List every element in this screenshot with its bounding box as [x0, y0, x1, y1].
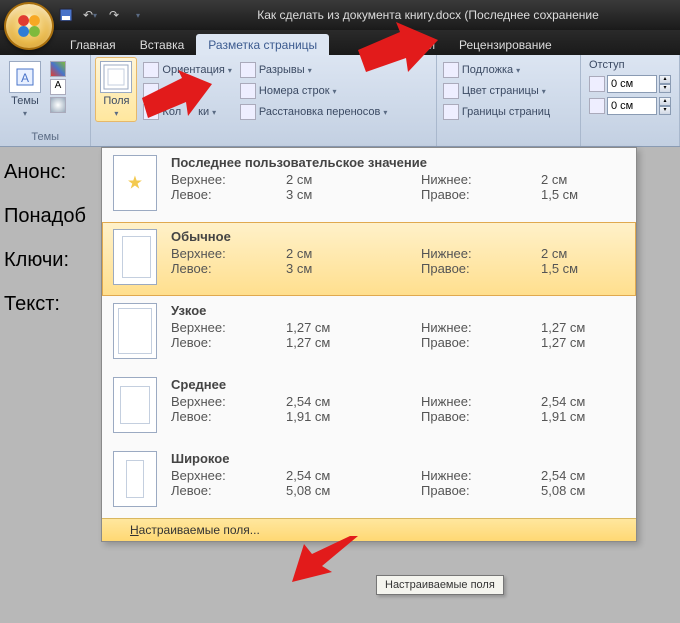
preset-title: Среднее — [171, 377, 625, 392]
watermark-button[interactable]: Подложка▾ — [441, 61, 552, 79]
theme-colors-icon[interactable] — [50, 61, 66, 77]
save-icon[interactable] — [58, 7, 74, 23]
group-paragraph: Отступ 0 см ▴▾ 0 см ▴▾ — [581, 55, 680, 146]
spin-up-icon[interactable]: ▴ — [659, 75, 671, 84]
page-color-icon — [443, 83, 459, 99]
themes-button[interactable]: A Темы ▾ — [4, 57, 46, 122]
doc-line: Анонс: — [4, 150, 86, 194]
margins-gallery: Последнее пользовательское значение Верх… — [101, 147, 637, 542]
ribbon: A Темы ▾ A Темы Поля ▾ Ориентация▾ ер▾ К… — [0, 55, 680, 147]
margin-preset-wide[interactable]: Широкое Верхнее:2,54 смНижнее:2,54 см Ле… — [102, 444, 636, 518]
spin-down-icon[interactable]: ▾ — [659, 84, 671, 93]
group-page-background: Подложка▾ Цвет страницы▾ Границы страниц — [437, 55, 581, 146]
window-title: Как сделать из документа книгу.docx (Пос… — [176, 8, 680, 22]
indent-right-input[interactable]: 0 см — [607, 97, 657, 115]
preset-thumb-icon — [113, 303, 157, 359]
qat-customize-icon[interactable]: ▾ — [130, 7, 146, 23]
theme-fonts-icon[interactable]: A — [50, 79, 66, 95]
indent-label: Отступ — [585, 57, 675, 73]
group-themes: A Темы ▾ A Темы — [0, 55, 91, 146]
margins-label: Поля — [103, 95, 129, 107]
preset-title: Последнее пользовательское значение — [171, 155, 625, 170]
redo-icon[interactable]: ↷ — [106, 7, 122, 23]
office-logo-icon — [16, 13, 42, 39]
tab-home[interactable]: Главная — [58, 34, 128, 55]
margin-preset-narrow[interactable]: Узкое Верхнее:1,27 смНижнее:1,27 см Лево… — [102, 296, 636, 370]
margin-preset-medium[interactable]: Среднее Верхнее:2,54 смНижнее:2,54 см Ле… — [102, 370, 636, 444]
chevron-down-icon: ▾ — [23, 109, 27, 118]
page-color-button[interactable]: Цвет страницы▾ — [441, 82, 552, 100]
spin-down-icon[interactable]: ▾ — [659, 106, 671, 115]
margins-button[interactable]: Поля ▾ — [95, 57, 137, 122]
doc-line: Текст: — [4, 282, 86, 326]
doc-line: Понадоб — [4, 194, 86, 238]
preset-title: Узкое — [171, 303, 625, 318]
annotation-arrow-icon — [142, 70, 212, 130]
preset-thumb-icon — [113, 451, 157, 507]
chevron-down-icon: ▾ — [114, 109, 118, 118]
custom-margins-item[interactable]: Настраиваемые поля... — [102, 518, 636, 541]
margin-preset-normal[interactable]: Обычное Верхнее:2 смНижнее:2 см Левое:3 … — [102, 222, 636, 296]
preset-thumb-icon — [113, 229, 157, 285]
document-body[interactable]: Анонс: Понадоб Ключи: Текст: — [4, 150, 86, 326]
spin-up-icon[interactable]: ▴ — [659, 97, 671, 106]
page-borders-icon — [443, 104, 459, 120]
page-borders-button[interactable]: Границы страниц — [441, 103, 552, 121]
ribbon-tabs: Главная Вставка Разметка страницы Рассыл… — [0, 30, 680, 55]
preset-thumb-icon — [113, 377, 157, 433]
tab-review[interactable]: Рецензирование — [447, 34, 564, 55]
tab-insert[interactable]: Вставка — [128, 34, 197, 55]
tooltip: Настраиваемые поля — [376, 575, 504, 595]
theme-effects-icon[interactable] — [50, 97, 66, 113]
quick-access-toolbar: ↶▾ ↷ ▾ — [58, 7, 146, 23]
preset-title: Обычное — [171, 229, 625, 244]
hyphenation-icon — [240, 104, 256, 120]
line-numbers-icon — [240, 83, 256, 99]
svg-text:A: A — [21, 71, 29, 85]
indent-right-icon — [589, 98, 605, 114]
office-button[interactable] — [4, 2, 54, 50]
indent-left-icon — [589, 76, 605, 92]
title-bar: ↶▾ ↷ ▾ Как сделать из документа книгу.do… — [0, 0, 680, 30]
doc-line: Ключи: — [4, 238, 86, 282]
tab-page-layout[interactable]: Разметка страницы — [196, 34, 329, 55]
annotation-arrow-icon — [358, 22, 438, 82]
hyphenation-button[interactable]: Расстановка переносов▾ — [238, 103, 390, 121]
indent-left-input[interactable]: 0 см — [607, 75, 657, 93]
preset-title: Широкое — [171, 451, 625, 466]
group-themes-label: Темы — [4, 130, 86, 144]
themes-icon: A — [9, 61, 41, 93]
margin-preset-last-custom[interactable]: Последнее пользовательское значение Верх… — [102, 148, 636, 222]
undo-icon[interactable]: ↶▾ — [82, 7, 98, 23]
themes-label: Темы — [11, 95, 39, 107]
preset-thumb-icon — [113, 155, 157, 211]
watermark-icon — [443, 62, 459, 78]
breaks-icon — [240, 62, 256, 78]
margins-icon — [100, 61, 132, 93]
line-numbers-button[interactable]: Номера строк▾ — [238, 82, 390, 100]
annotation-arrow-icon — [288, 536, 358, 592]
